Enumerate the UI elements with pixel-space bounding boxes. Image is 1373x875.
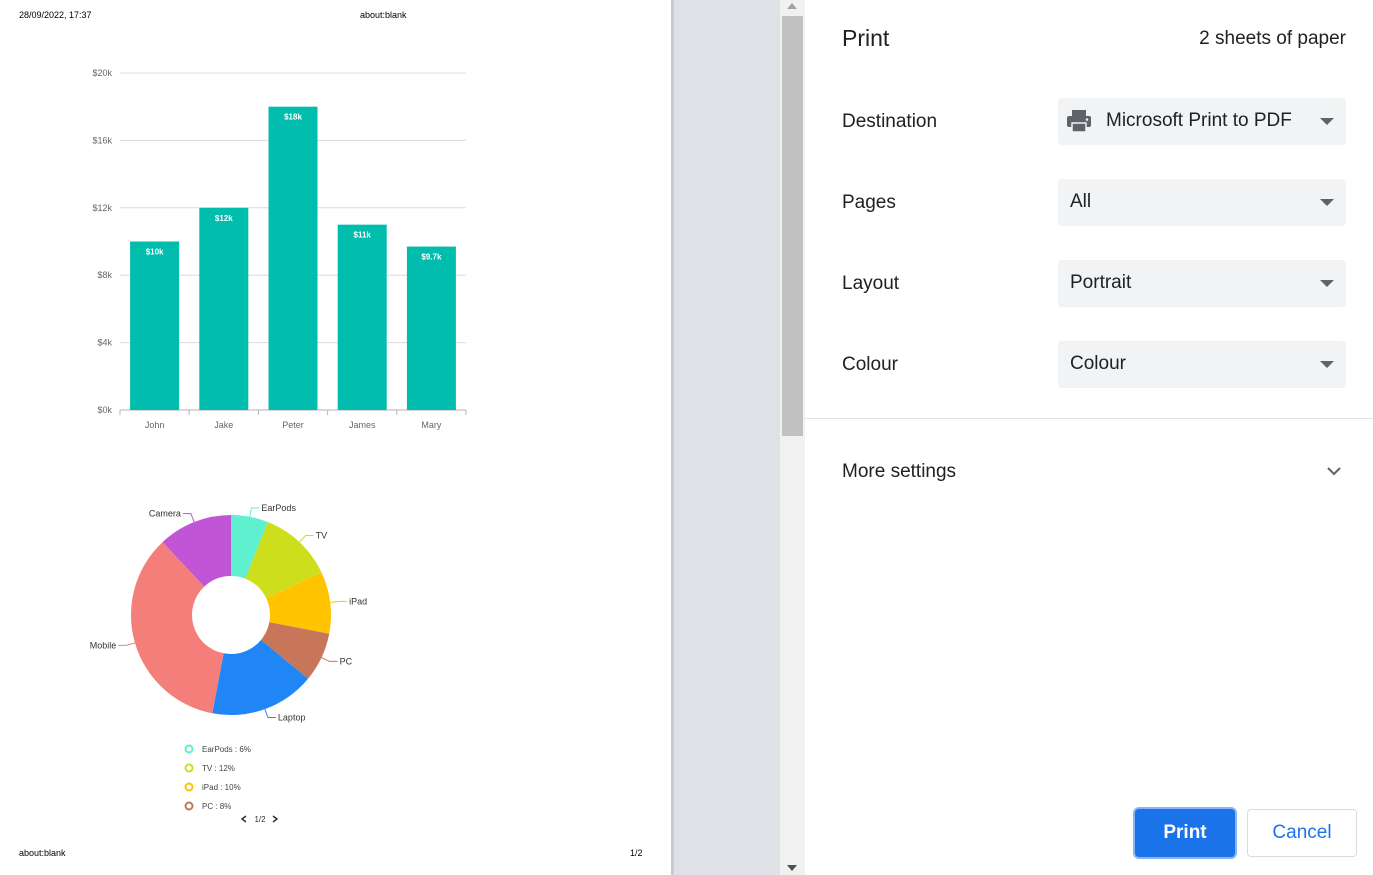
slice-connector xyxy=(182,513,195,523)
legend-marker xyxy=(184,801,194,811)
slice-label: TV xyxy=(316,531,328,541)
cancel-button[interactable]: Cancel xyxy=(1247,809,1357,857)
print-settings-panel: Print 2 sheets of paper Destination Micr… xyxy=(805,0,1373,875)
scroll-up-arrow-icon[interactable] xyxy=(787,3,797,9)
legend-item: TV : 12% xyxy=(202,764,235,773)
slice-connector xyxy=(264,708,276,719)
layout-value: Portrait xyxy=(1070,272,1132,293)
x-tick-label: Peter xyxy=(282,420,304,430)
colour-value: Colour xyxy=(1070,353,1126,374)
colour-select[interactable]: Colour xyxy=(1058,341,1346,388)
destination-select[interactable]: Microsoft Print to PDF xyxy=(1058,98,1346,145)
bar-chart: $0k $4k $8k $12k $16k $20k $10k John $12k Jake $18… xyxy=(92,68,467,430)
legend-marker xyxy=(184,744,194,754)
preview-scrollbar[interactable] xyxy=(780,0,805,875)
bar-data-label: $11k xyxy=(354,231,372,240)
slice-label: EarPods xyxy=(261,503,296,513)
x-tick-label: James xyxy=(349,420,376,430)
scroll-down-arrow-icon[interactable] xyxy=(787,865,797,871)
legend-item: iPad : 10% xyxy=(202,783,241,792)
colour-label: Colour xyxy=(842,354,898,375)
settings-divider xyxy=(805,418,1373,419)
slice-connector xyxy=(118,642,136,646)
preview-footer-page: 1/2 xyxy=(630,848,643,858)
y-tick-label: $0k xyxy=(97,405,112,415)
slice-connector xyxy=(249,507,260,517)
legend-page-indicator: 1/2 xyxy=(254,815,266,824)
preview-footer-url: about:blank xyxy=(19,848,66,858)
sheet-count: 2 sheets of paper xyxy=(1199,28,1346,49)
bar-data-label: $10k xyxy=(146,248,164,257)
dropdown-caret-icon xyxy=(1320,199,1334,206)
layout-label: Layout xyxy=(842,273,900,294)
print-title: Print xyxy=(842,25,890,51)
slice-label: Laptop xyxy=(278,713,306,723)
y-tick-label: $8k xyxy=(97,270,112,280)
preview-gutter xyxy=(671,0,780,875)
pages-value: All xyxy=(1070,191,1092,212)
bar xyxy=(199,207,249,410)
y-tick-label: $12k xyxy=(92,203,112,213)
dropdown-caret-icon xyxy=(1320,361,1334,368)
donut-chart: EarPods TV iPad PC Laptop Mobile Camera EarPods… xyxy=(90,503,367,824)
bar xyxy=(337,224,387,410)
legend-prev-icon xyxy=(240,815,247,823)
dropdown-caret-icon xyxy=(1320,118,1334,125)
x-tick-label: Jake xyxy=(214,420,233,430)
y-tick-label: $4k xyxy=(97,338,112,348)
bar-data-label: $18k xyxy=(284,113,302,122)
slice-label: PC xyxy=(340,656,353,666)
y-tick-label: $20k xyxy=(92,68,112,78)
print-preview-page: 28/09/2022, 17:37 about:blank $0k $4k $8k $… xyxy=(0,0,671,875)
chevron-down-icon[interactable] xyxy=(1325,462,1343,485)
pages-label: Pages xyxy=(842,192,896,213)
legend-marker xyxy=(184,782,194,792)
slice-connector xyxy=(330,600,348,603)
dropdown-caret-icon xyxy=(1320,280,1334,287)
slice-label: iPad xyxy=(349,596,367,606)
x-tick-label: John xyxy=(145,420,165,430)
slice-label: Camera xyxy=(149,509,181,519)
layout-select[interactable]: Portrait xyxy=(1058,260,1346,307)
bar-data-label: $9.7k xyxy=(421,253,442,262)
print-button[interactable]: Print xyxy=(1135,809,1235,857)
bar xyxy=(130,241,180,410)
legend-marker xyxy=(184,763,194,773)
slice-connector xyxy=(299,535,314,543)
slice-label: Mobile xyxy=(90,640,117,650)
destination-label: Destination xyxy=(842,111,938,132)
bar xyxy=(406,246,456,410)
pages-select[interactable]: All xyxy=(1058,179,1346,226)
y-tick-label: $16k xyxy=(92,135,112,145)
legend-item: EarPods : 6% xyxy=(202,745,251,754)
legend-next-icon xyxy=(272,815,279,823)
legend-item: PC : 8% xyxy=(202,802,231,811)
bar-data-label: $12k xyxy=(215,214,233,223)
printer-icon xyxy=(1066,109,1092,138)
slice-connector xyxy=(321,657,338,662)
more-settings-toggle[interactable]: More settings xyxy=(842,461,956,483)
destination-value: Microsoft Print to PDF xyxy=(1106,110,1292,131)
x-tick-label: Mary xyxy=(421,420,441,430)
bar xyxy=(268,106,318,410)
scroll-thumb[interactable] xyxy=(782,16,803,436)
